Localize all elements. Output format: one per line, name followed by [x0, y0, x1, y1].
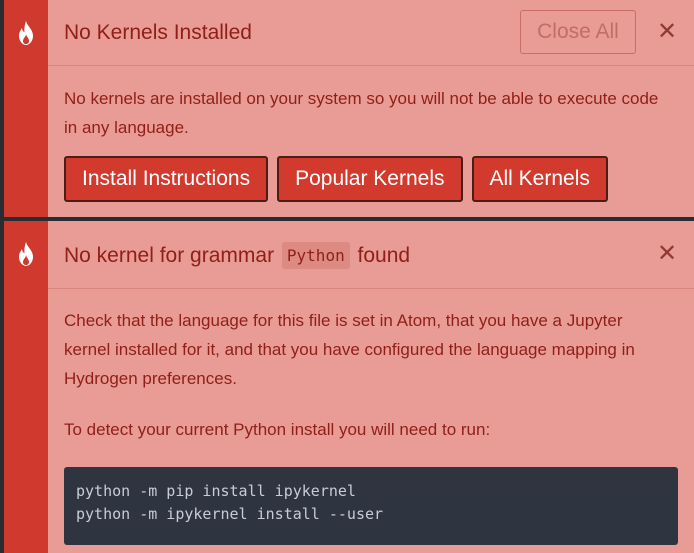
notification-header: No kernel for grammar Python found ✕: [48, 221, 694, 289]
popular-kernels-button[interactable]: Popular Kernels: [277, 156, 463, 202]
install-instructions-button[interactable]: Install Instructions: [64, 156, 269, 202]
notification-stripe: [4, 0, 48, 217]
notification-stripe: [4, 221, 48, 553]
notification-header: No Kernels Installed Close All ✕: [48, 0, 694, 66]
close-all-button[interactable]: Close All: [520, 10, 636, 54]
flame-icon: [19, 21, 33, 45]
notification-title: No kernel for grammar Python found: [64, 242, 411, 270]
notification-no-kernels: No Kernels Installed Close All ✕ No kern…: [4, 0, 694, 217]
notification-title: No Kernels Installed: [64, 21, 252, 44]
code-line: python -m pip install ipykernel: [76, 482, 356, 500]
code-block: python -m pip install ipykernel python -…: [64, 467, 678, 545]
code-line: python -m ipykernel install --user: [76, 505, 384, 523]
notification-body: No kernels are installed on your system …: [48, 84, 694, 142]
title-suffix: found: [357, 244, 411, 267]
notification-message: Check that the language for this file is…: [64, 311, 635, 388]
close-icon[interactable]: ✕: [652, 16, 682, 46]
detect-instructions: To detect your current Python install yo…: [64, 420, 491, 439]
notification-body: Check that the language for this file is…: [48, 306, 694, 444]
close-icon[interactable]: ✕: [652, 238, 682, 268]
flame-icon: [19, 242, 33, 266]
grammar-name: Python: [281, 242, 350, 269]
all-kernels-button[interactable]: All Kernels: [471, 156, 608, 202]
notification-no-kernel-for-grammar: No kernel for grammar Python found ✕ Che…: [4, 221, 694, 553]
notification-message: No kernels are installed on your system …: [64, 89, 659, 137]
title-prefix: No kernel for grammar: [64, 244, 275, 267]
notification-actions: Install Instructions Popular Kernels All…: [64, 156, 608, 202]
